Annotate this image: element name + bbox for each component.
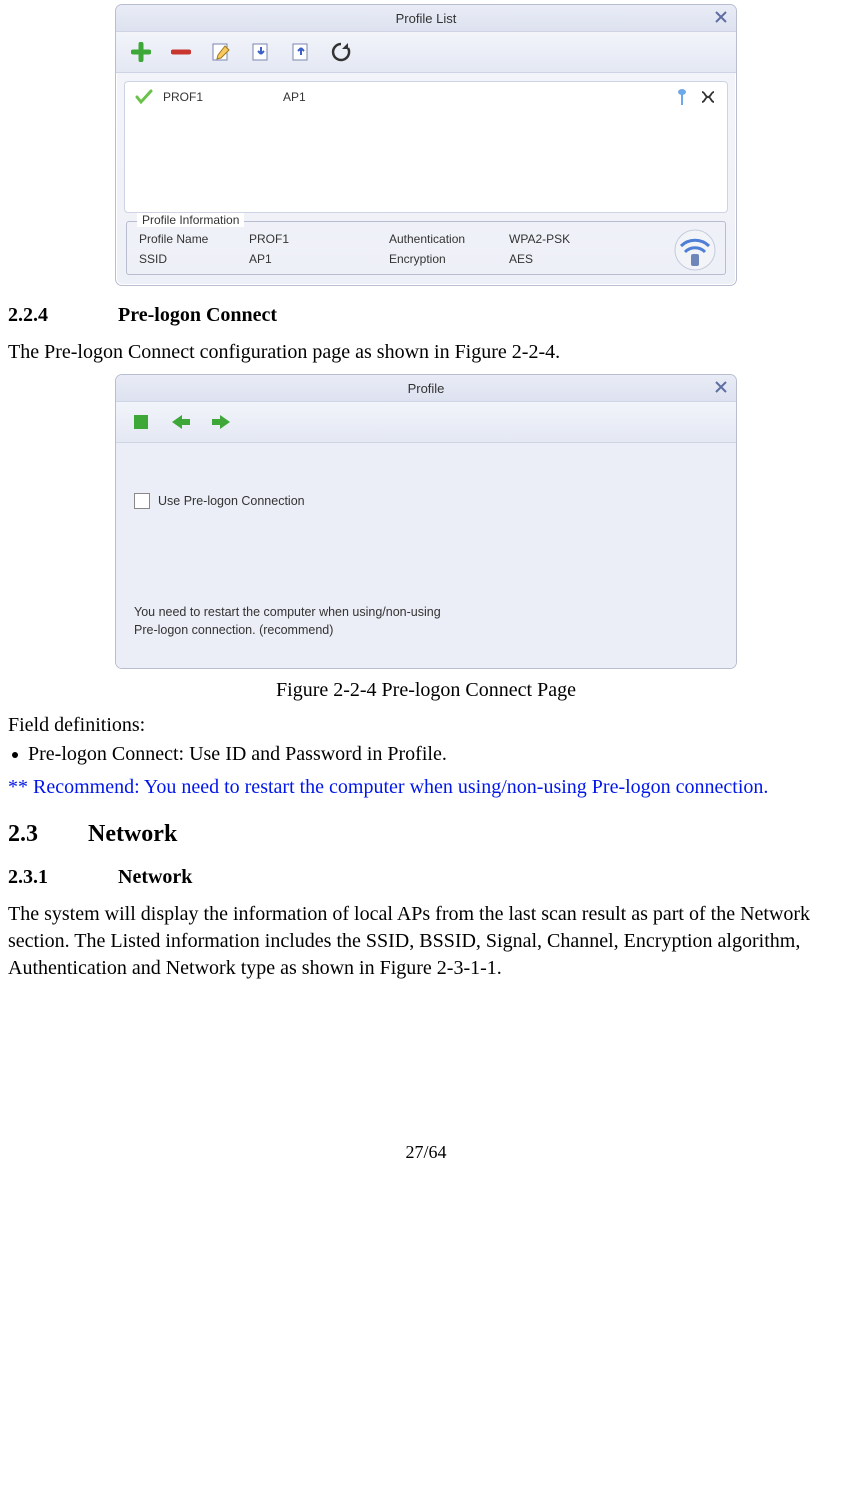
wifi-logo-icon: [673, 228, 717, 272]
label-auth: Authentication: [389, 232, 509, 246]
profile-window: Profile Use Pre-logon Connection You nee…: [115, 374, 737, 669]
heading-23-title: Network: [88, 821, 177, 847]
titlebar: Profile List: [116, 5, 736, 32]
value-profile-name: PROF1: [249, 232, 389, 246]
handshake-icon: [699, 88, 717, 106]
hint-line1: You need to restart the computer when us…: [134, 604, 718, 622]
add-icon[interactable]: [128, 39, 154, 65]
bullet-item: Pre-logon Connect: Use ID and Password i…: [12, 743, 844, 766]
label-ssid: SSID: [139, 252, 249, 266]
export-icon[interactable]: [288, 39, 314, 65]
toolbar-2: [116, 402, 736, 443]
bullet-text: Pre-logon Connect: Use ID and Password i…: [28, 743, 447, 766]
heading-23: 2.3Network: [8, 821, 844, 848]
heading-224: 2.2.4Pre-logon Connect: [8, 304, 844, 327]
checkbox-label: Use Pre-logon Connection: [158, 494, 305, 508]
field-definitions-heading: Field definitions:: [8, 712, 844, 739]
profile-name: PROF1: [163, 90, 273, 104]
remove-icon[interactable]: [168, 39, 194, 65]
group-legend: Profile Information: [137, 213, 244, 227]
recommend-note: ** Recommend: You need to restart the co…: [8, 774, 844, 801]
heading-231-title: Network: [118, 866, 192, 888]
refresh-icon[interactable]: [328, 39, 354, 65]
edit-icon[interactable]: [208, 39, 234, 65]
profile-row[interactable]: PROF1 AP1: [125, 82, 727, 112]
window-title: Profile List: [396, 11, 457, 26]
profile-list-content: PROF1 AP1: [124, 81, 728, 213]
para-224: The Pre-logon Connect configuration page…: [8, 339, 844, 366]
check-icon: [135, 88, 153, 106]
close-icon[interactable]: [712, 8, 730, 26]
profile-list-window: Profile List PROF1 AP1: [115, 4, 737, 286]
window2-title: Profile: [408, 381, 445, 396]
value-ssid: AP1: [249, 252, 389, 266]
stop-icon[interactable]: [128, 409, 154, 435]
label-profile-name: Profile Name: [139, 232, 249, 246]
value-auth: WPA2-PSK: [509, 232, 609, 246]
label-enc: Encryption: [389, 252, 509, 266]
heading-231: 2.3.1Network: [8, 866, 844, 889]
page-number: 27/64: [8, 1142, 844, 1163]
toolbar: [116, 32, 736, 73]
titlebar-2: Profile: [116, 375, 736, 402]
profile-body: Use Pre-logon Connection You need to res…: [116, 443, 736, 668]
para-231: The system will display the information …: [8, 901, 844, 982]
close-icon-2[interactable]: [712, 378, 730, 396]
heading-224-num: 2.2.4: [8, 304, 118, 327]
profile-information-group: Profile Information Profile Name PROF1 A…: [126, 221, 726, 275]
checkbox-icon[interactable]: [134, 493, 150, 509]
forward-arrow-icon[interactable]: [208, 409, 234, 435]
value-enc: AES: [509, 252, 609, 266]
bullet-dot-icon: [12, 752, 18, 758]
profile-list-empty: [125, 112, 727, 212]
prelogon-checkbox-line[interactable]: Use Pre-logon Connection: [134, 493, 718, 509]
hint-text: You need to restart the computer when us…: [134, 604, 718, 639]
hint-line2: Pre-logon connection. (recommend): [134, 622, 718, 640]
import-icon[interactable]: [248, 39, 274, 65]
heading-23-num: 2.3: [8, 821, 88, 848]
figure-caption: Figure 2-2-4 Pre-logon Connect Page: [8, 677, 844, 704]
signal-icon: [675, 88, 689, 106]
back-arrow-icon[interactable]: [168, 409, 194, 435]
profile-ssid: AP1: [283, 90, 665, 104]
heading-224-title: Pre-logon Connect: [118, 304, 277, 326]
heading-231-num: 2.3.1: [8, 866, 118, 889]
